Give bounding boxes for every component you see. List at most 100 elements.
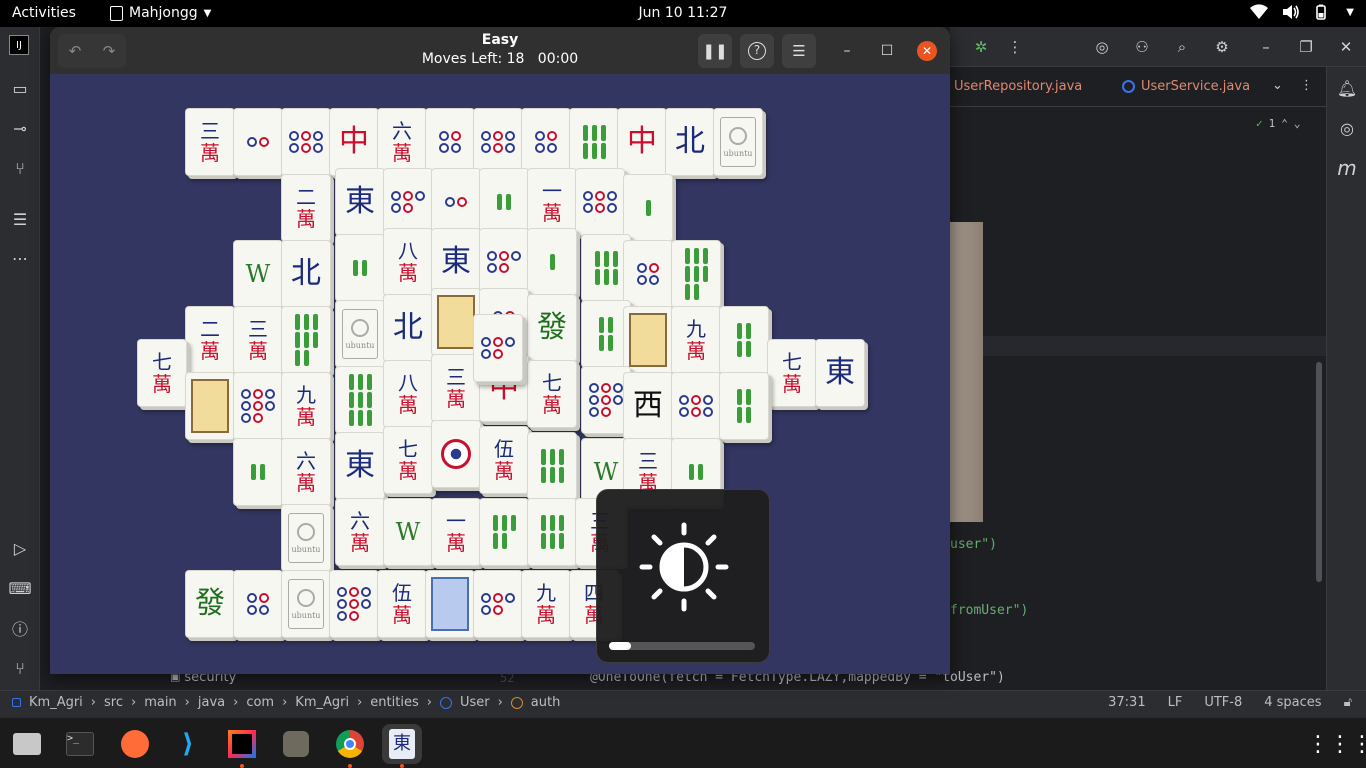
character-tile[interactable]: 七萬 bbox=[383, 426, 433, 494]
character-tile[interactable]: 三萬 bbox=[233, 306, 283, 374]
breadcrumb-item[interactable]: main bbox=[144, 695, 176, 710]
character-tile[interactable]: 九萬 bbox=[671, 306, 721, 374]
character-tile[interactable]: 六萬 bbox=[281, 438, 331, 506]
character-tile[interactable]: 七萬 bbox=[767, 339, 817, 407]
bamboo-tile[interactable] bbox=[671, 240, 721, 308]
breadcrumb-item[interactable]: com bbox=[246, 695, 274, 710]
flower-tile[interactable] bbox=[185, 372, 235, 440]
east-wind-tile[interactable]: 東 bbox=[335, 432, 385, 500]
character-tile[interactable]: 八萬 bbox=[383, 360, 433, 428]
file-encoding[interactable]: UTF-8 bbox=[1204, 695, 1242, 710]
dots-tile[interactable] bbox=[431, 168, 481, 236]
dots-tile[interactable] bbox=[425, 108, 475, 176]
files-app[interactable] bbox=[7, 724, 47, 764]
ubuntu-tile[interactable]: ubuntu bbox=[281, 504, 331, 572]
east-wind-tile[interactable]: 東 bbox=[431, 228, 481, 296]
green-dragon-tile[interactable]: 發 bbox=[185, 570, 235, 638]
debug-icon[interactable]: ✲ bbox=[970, 36, 992, 58]
dots-tile[interactable] bbox=[233, 372, 283, 440]
bamboo-tile[interactable] bbox=[719, 306, 769, 374]
app-menu[interactable]: Mahjongg ▼ bbox=[110, 5, 211, 21]
line-separator[interactable]: LF bbox=[1168, 695, 1183, 710]
dots-tile[interactable] bbox=[473, 570, 523, 638]
dots-tile[interactable] bbox=[383, 168, 433, 236]
hint-button[interactable]: ? bbox=[740, 34, 774, 68]
close-button[interactable]: ✕ bbox=[917, 41, 937, 61]
dots-tile[interactable] bbox=[521, 108, 571, 176]
search-icon[interactable]: ⌕ bbox=[1171, 36, 1193, 58]
east-wind-tile[interactable]: 東 bbox=[335, 168, 385, 236]
activities-button[interactable]: Activities bbox=[12, 5, 76, 21]
bamboo-tile[interactable] bbox=[479, 498, 529, 566]
flower-tile[interactable] bbox=[623, 306, 673, 374]
bamboo-tile[interactable]: W bbox=[233, 240, 283, 308]
chevron-down-icon[interactable]: ⌄ bbox=[1272, 78, 1283, 93]
bamboo-tile[interactable] bbox=[623, 174, 673, 242]
bamboo-tile[interactable]: W bbox=[383, 498, 433, 566]
character-tile[interactable]: 伍萬 bbox=[479, 426, 529, 494]
character-tile[interactable]: 伍萬 bbox=[377, 570, 427, 638]
character-tile[interactable]: 八萬 bbox=[383, 228, 433, 296]
breadcrumb-item[interactable]: Km_Agri bbox=[29, 695, 83, 710]
structure-icon[interactable]: ☰ bbox=[9, 208, 31, 230]
breadcrumb-item[interactable]: entities bbox=[370, 695, 418, 710]
ai-icon[interactable]: ◎ bbox=[1336, 117, 1358, 139]
brightness-slider[interactable] bbox=[609, 642, 755, 650]
breadcrumb-item[interactable]: auth bbox=[531, 695, 561, 710]
character-tile[interactable]: 九萬 bbox=[521, 570, 571, 638]
more-vertical-icon[interactable]: ⋮ bbox=[1300, 78, 1313, 93]
terminal-icon[interactable]: ⌨ bbox=[8, 577, 31, 599]
breadcrumb-item[interactable]: java bbox=[198, 695, 225, 710]
code-editor[interactable]: ✓ 1 ⌃ ⌄ user") fromUser") bbox=[950, 107, 1326, 690]
maximize-button[interactable]: ☐ bbox=[877, 41, 897, 61]
dots-tile[interactable] bbox=[233, 570, 283, 638]
inspection-widget[interactable]: ✓ 1 ⌃ ⌄ bbox=[1256, 117, 1301, 130]
chrome-app[interactable] bbox=[330, 724, 370, 768]
run-icon[interactable]: ▷ bbox=[9, 537, 31, 559]
pause-button[interactable]: ❚❚ bbox=[698, 34, 732, 68]
lock-icon[interactable]: 🔓︎ bbox=[1344, 695, 1352, 710]
maximize-icon[interactable]: ❐ bbox=[1295, 36, 1317, 58]
tab-user-repository[interactable]: UserRepository.java bbox=[954, 79, 1082, 94]
commit-icon[interactable]: ⊸ bbox=[9, 117, 31, 139]
dots-tile[interactable] bbox=[671, 372, 721, 440]
ubuntu-tile[interactable]: ubuntu bbox=[281, 570, 331, 638]
bamboo-tile[interactable] bbox=[569, 108, 619, 176]
terminal-app[interactable]: >_ bbox=[60, 724, 100, 764]
dots-tile[interactable] bbox=[281, 108, 331, 176]
pull-request-icon[interactable]: ⑂ bbox=[9, 157, 31, 179]
git-icon[interactable]: ⑂ bbox=[9, 657, 31, 679]
more-vertical-icon[interactable]: ⋮ bbox=[1004, 36, 1026, 58]
dots-tile[interactable] bbox=[623, 240, 673, 308]
gear-icon[interactable]: ⚙ bbox=[1211, 36, 1233, 58]
character-tile[interactable]: 一萬 bbox=[527, 168, 577, 236]
north-wind-tile[interactable]: 北 bbox=[281, 240, 331, 308]
show-apps-button[interactable]: ⋮⋮⋮ bbox=[1307, 724, 1366, 764]
minimize-icon[interactable]: – bbox=[1255, 36, 1277, 58]
red-dragon-tile[interactable]: 中 bbox=[617, 108, 667, 176]
indent-setting[interactable]: 4 spaces bbox=[1264, 695, 1321, 710]
green-dragon-tile[interactable]: 發 bbox=[527, 294, 577, 362]
gimp-app[interactable] bbox=[276, 724, 316, 764]
breadcrumb-item[interactable]: Km_Agri bbox=[295, 695, 349, 710]
intellij-logo-icon[interactable]: IJ bbox=[9, 35, 29, 55]
breadcrumb-item[interactable]: src bbox=[104, 695, 123, 710]
circle-tile[interactable] bbox=[431, 420, 481, 488]
season-tile[interactable] bbox=[425, 570, 475, 638]
ai-assistant-icon[interactable]: ◎ bbox=[1091, 36, 1113, 58]
dots-tile[interactable] bbox=[575, 168, 625, 236]
more-icon[interactable]: ⋯ bbox=[9, 247, 31, 269]
editor-scrollbar[interactable] bbox=[1316, 362, 1322, 582]
bamboo-tile[interactable] bbox=[335, 366, 385, 434]
notifications-icon[interactable]: 🔔︎ bbox=[1336, 77, 1358, 99]
problems-icon[interactable]: ⓘ bbox=[9, 617, 31, 639]
bamboo-tile[interactable] bbox=[527, 432, 577, 500]
character-tile[interactable]: 一萬 bbox=[431, 498, 481, 566]
mahjongg-app[interactable]: 東 bbox=[382, 724, 422, 768]
bamboo-tile[interactable] bbox=[527, 228, 577, 296]
main-menu-button[interactable]: ☰ bbox=[782, 34, 816, 68]
character-tile[interactable]: 六萬 bbox=[377, 108, 427, 176]
bamboo-tile[interactable] bbox=[233, 438, 283, 506]
dots-tile[interactable] bbox=[233, 108, 283, 176]
vscode-app[interactable]: ⟩ bbox=[168, 724, 208, 764]
